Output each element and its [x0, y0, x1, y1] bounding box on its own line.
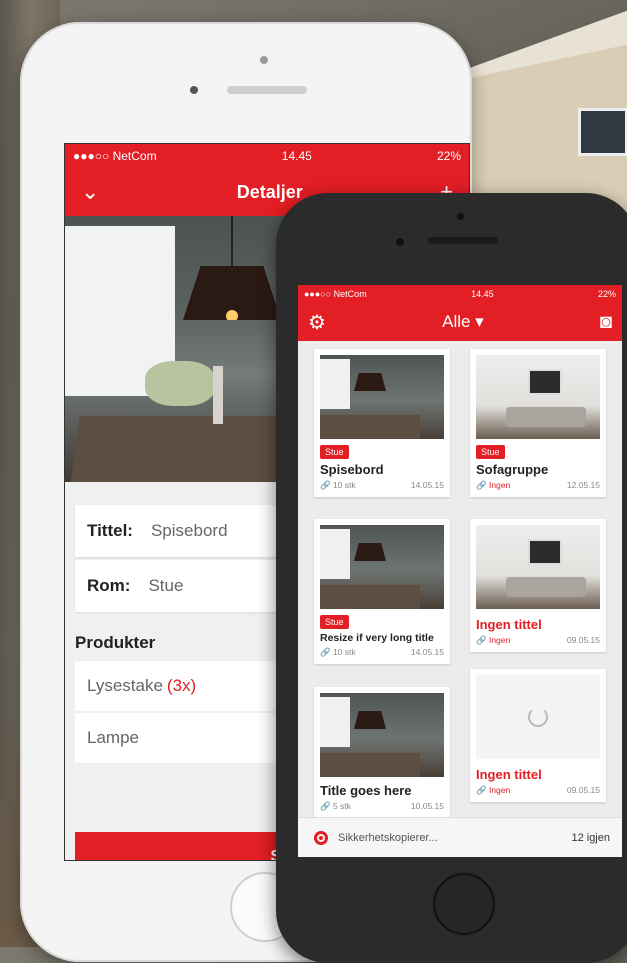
item-count: 🔗 10 stk	[320, 647, 356, 657]
background-window	[578, 108, 627, 156]
item-title: Spisebord	[320, 462, 384, 477]
item-card[interactable]: Ingen tittel 🔗 Ingen 09.05.15	[470, 669, 606, 802]
page-title: Detaljer	[236, 181, 303, 202]
item-date: 09.05.15	[566, 785, 600, 795]
carrier-label: ●●●○○ NetCom	[73, 149, 157, 163]
list-screen: ●●●○○ NetCom 14.45 22% ⚙ Alle ▾ ◙ Stue S…	[298, 285, 622, 857]
item-card[interactable]: Stue Sofagruppe 🔗 Ingen 12.05.15	[470, 349, 606, 497]
item-thumbnail	[476, 525, 600, 609]
room-badge: Stue	[320, 615, 349, 629]
item-count: 🔗 10 stk	[320, 480, 356, 490]
product-qty: (3x)	[166, 676, 197, 695]
item-thumbnail	[476, 355, 600, 439]
item-meta: 🔗 10 stk 14.05.15	[314, 644, 450, 664]
item-title: Sofagruppe	[476, 462, 549, 477]
product-name: Lampe	[87, 728, 139, 747]
item-date: 09.05.15	[566, 635, 600, 645]
item-count: 🔗 Ingen	[476, 480, 511, 490]
item-title: Resize if very long title	[320, 632, 434, 644]
backup-target-icon	[314, 831, 328, 845]
photo-lamp-cord	[231, 216, 233, 268]
item-thumbnail-loading	[476, 675, 600, 759]
status-bar: ●●●○○ NetCom 14.45 22%	[298, 285, 622, 303]
item-date: 12.05.15	[566, 480, 600, 490]
title-value[interactable]: Spisebord	[151, 521, 228, 541]
earpiece-speaker	[428, 237, 498, 244]
earpiece-speaker	[227, 86, 307, 94]
backup-text: Sikkerhetskopierer...	[338, 832, 438, 844]
item-title: Ingen tittel	[476, 617, 542, 632]
time-label: 14.45	[471, 289, 494, 299]
sensor-dot	[190, 86, 198, 94]
battery-label: 22%	[597, 289, 616, 299]
item-thumbnail	[320, 525, 444, 609]
camera-icon[interactable]: ◙	[600, 311, 612, 334]
title-label: Tittel:	[87, 521, 133, 540]
remaining-count: 12 igjen	[571, 832, 610, 844]
item-card[interactable]: Stue Spisebord 🔗 10 stk 14.05.15	[314, 349, 450, 497]
room-badge: Stue	[476, 445, 505, 459]
item-count: 🔗 Ingen	[476, 635, 511, 645]
filter-dropdown[interactable]: Alle ▾	[442, 312, 484, 332]
backup-status-bar: Sikkerhetskopierer... 12 igjen	[298, 817, 622, 857]
photo-flowers	[145, 361, 215, 406]
front-camera	[457, 213, 464, 220]
item-date: 14.05.15	[410, 480, 444, 490]
loading-spinner-icon	[528, 707, 548, 727]
gear-icon[interactable]: ⚙	[308, 310, 326, 335]
photo-lamp	[183, 266, 281, 320]
room-badge: Stue	[320, 445, 349, 459]
carrier-label: ●●●○○ NetCom	[304, 289, 367, 299]
item-count: 🔗 Ingen	[476, 785, 511, 795]
item-thumbnail	[320, 355, 444, 439]
item-meta: 🔗 Ingen 09.05.15	[470, 632, 606, 652]
item-meta: 🔗 5 stk 10.05.15	[314, 798, 450, 818]
room-value[interactable]: Stue	[148, 576, 183, 596]
item-meta: 🔗 Ingen 12.05.15	[470, 477, 606, 497]
nav-bar: ⚙ Alle ▾ ◙	[298, 303, 622, 341]
item-card[interactable]: Stue Resize if very long title 🔗 10 stk …	[314, 519, 450, 664]
item-thumbnail	[320, 693, 444, 777]
product-name: Lysestake	[87, 676, 163, 695]
photo-candle	[213, 366, 223, 424]
item-date: 14.05.15	[410, 647, 444, 657]
room-label: Rom:	[87, 576, 131, 595]
chevron-down-icon[interactable]: ⌄	[81, 179, 99, 205]
time-label: 14.45	[281, 149, 312, 163]
item-card[interactable]: Title goes here 🔗 5 stk 10.05.15	[314, 687, 450, 818]
item-date: 10.05.15	[410, 801, 444, 811]
item-card[interactable]: Ingen tittel 🔗 Ingen 09.05.15	[470, 519, 606, 652]
item-count: 🔗 5 stk	[320, 801, 351, 811]
item-title: Title goes here	[320, 783, 412, 798]
black-phone: ●●●○○ NetCom 14.45 22% ⚙ Alle ▾ ◙ Stue S…	[276, 193, 627, 963]
front-camera	[260, 56, 268, 64]
battery-label: 22%	[436, 149, 461, 163]
item-title: Ingen tittel	[476, 767, 542, 782]
status-bar: ●●●○○ NetCom 14.45 22%	[65, 144, 469, 168]
item-meta: 🔗 Ingen 09.05.15	[470, 782, 606, 802]
item-meta: 🔗 10 stk 14.05.15	[314, 477, 450, 497]
sensor-dot	[396, 238, 404, 246]
home-button[interactable]	[433, 873, 495, 935]
